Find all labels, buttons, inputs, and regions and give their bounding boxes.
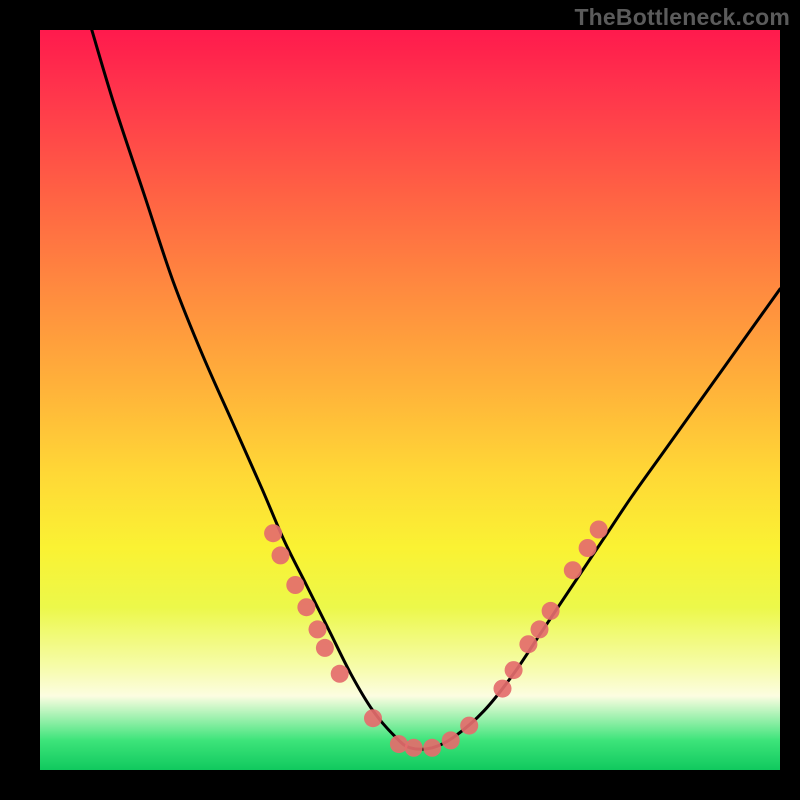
data-point bbox=[286, 576, 304, 594]
data-point bbox=[364, 709, 382, 727]
data-point bbox=[505, 661, 523, 679]
data-point bbox=[579, 539, 597, 557]
data-point bbox=[316, 639, 334, 657]
plot-area bbox=[40, 30, 780, 770]
chart-frame: TheBottleneck.com bbox=[0, 0, 800, 800]
data-point bbox=[590, 521, 608, 539]
data-point bbox=[297, 598, 315, 616]
data-point bbox=[519, 635, 537, 653]
data-point bbox=[264, 524, 282, 542]
data-point bbox=[442, 731, 460, 749]
curve-layer bbox=[40, 30, 780, 770]
data-point bbox=[494, 680, 512, 698]
data-point bbox=[423, 739, 441, 757]
data-point bbox=[405, 739, 423, 757]
watermark-text: TheBottleneck.com bbox=[574, 4, 790, 31]
data-point bbox=[531, 620, 549, 638]
data-point bbox=[272, 546, 290, 564]
bottleneck-curve bbox=[92, 30, 780, 749]
data-point bbox=[309, 620, 327, 638]
data-point bbox=[542, 602, 560, 620]
data-point bbox=[460, 717, 478, 735]
data-point bbox=[331, 665, 349, 683]
data-point bbox=[564, 561, 582, 579]
data-points-group bbox=[264, 521, 608, 757]
